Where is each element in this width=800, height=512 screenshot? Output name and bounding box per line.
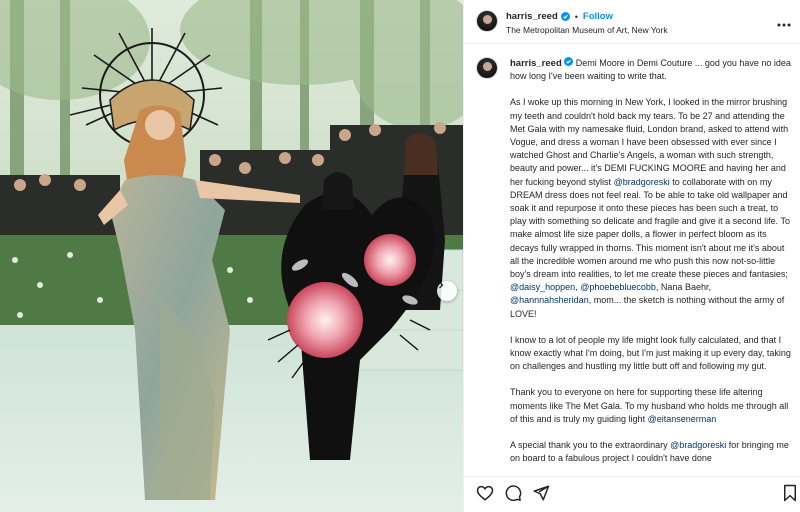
caption-text-segment: to collaborate with on my DREAM dress do…	[510, 176, 791, 280]
verified-badge-icon	[560, 12, 570, 21]
verified-badge-icon	[564, 57, 574, 66]
mention-link[interactable]: @hannnahsheridan	[510, 295, 589, 305]
caption-scroll-area[interactable]: harris_reed Demi Moore in Demi Couture .…	[464, 44, 800, 476]
mention-link[interactable]: @bradgoreski	[670, 440, 726, 450]
avatar[interactable]	[476, 57, 498, 79]
post-detail-panel: harris_reed • Follow The Metropolitan Mu…	[463, 0, 800, 512]
carousel-next-button[interactable]	[437, 281, 457, 301]
follow-button[interactable]: Follow	[583, 11, 613, 22]
caption-text-segment: ,	[575, 282, 578, 293]
caption-paragraph-1: As I woke up this morning in New York, I…	[510, 96, 794, 320]
post-location[interactable]: The Metropolitan Museum of Art, New York	[506, 25, 668, 35]
comment-icon[interactable]	[504, 484, 522, 507]
heart-icon[interactable]	[476, 484, 494, 507]
more-options-icon[interactable]	[777, 14, 791, 32]
mention-link[interactable]: @bradgoreski	[614, 177, 670, 187]
caption-paragraph-3: Thank you to everyone on here for suppor…	[510, 386, 794, 426]
mention-link[interactable]: @daisy_hoppen	[510, 282, 575, 292]
caption-paragraph-2: I know to a lot of people my life might …	[510, 334, 791, 372]
author-username[interactable]: harris_reed	[506, 11, 558, 22]
author-line: harris_reed • Follow	[506, 11, 613, 22]
post-image[interactable]	[0, 0, 463, 512]
action-bar	[464, 476, 800, 512]
caption-lead: harris_reed Demi Moore in Demi Couture .…	[510, 57, 794, 83]
caption-paragraph-4: A special thank you to the extraordinary…	[510, 439, 794, 465]
met-gala-photo-illustration	[0, 0, 463, 512]
mention-link[interactable]: @phoebebluecobb	[580, 282, 656, 292]
caption-text-segment: As I woke up this morning in New York, I…	[510, 97, 789, 187]
caption-username[interactable]: harris_reed	[510, 58, 562, 69]
avatar[interactable]	[476, 10, 498, 32]
post-header: harris_reed • Follow The Metropolitan Mu…	[464, 0, 800, 44]
mention-link[interactable]: @eitansenerman	[648, 414, 717, 424]
caption-text-segment: A special thank you to the extraordinary	[510, 440, 668, 451]
bookmark-icon[interactable]	[782, 484, 798, 507]
separator-dot: •	[574, 11, 578, 22]
share-icon[interactable]	[532, 484, 550, 507]
caption-text: harris_reed Demi Moore in Demi Couture .…	[510, 57, 794, 476]
caption-text-segment: , Nana Baehr,	[655, 282, 711, 293]
